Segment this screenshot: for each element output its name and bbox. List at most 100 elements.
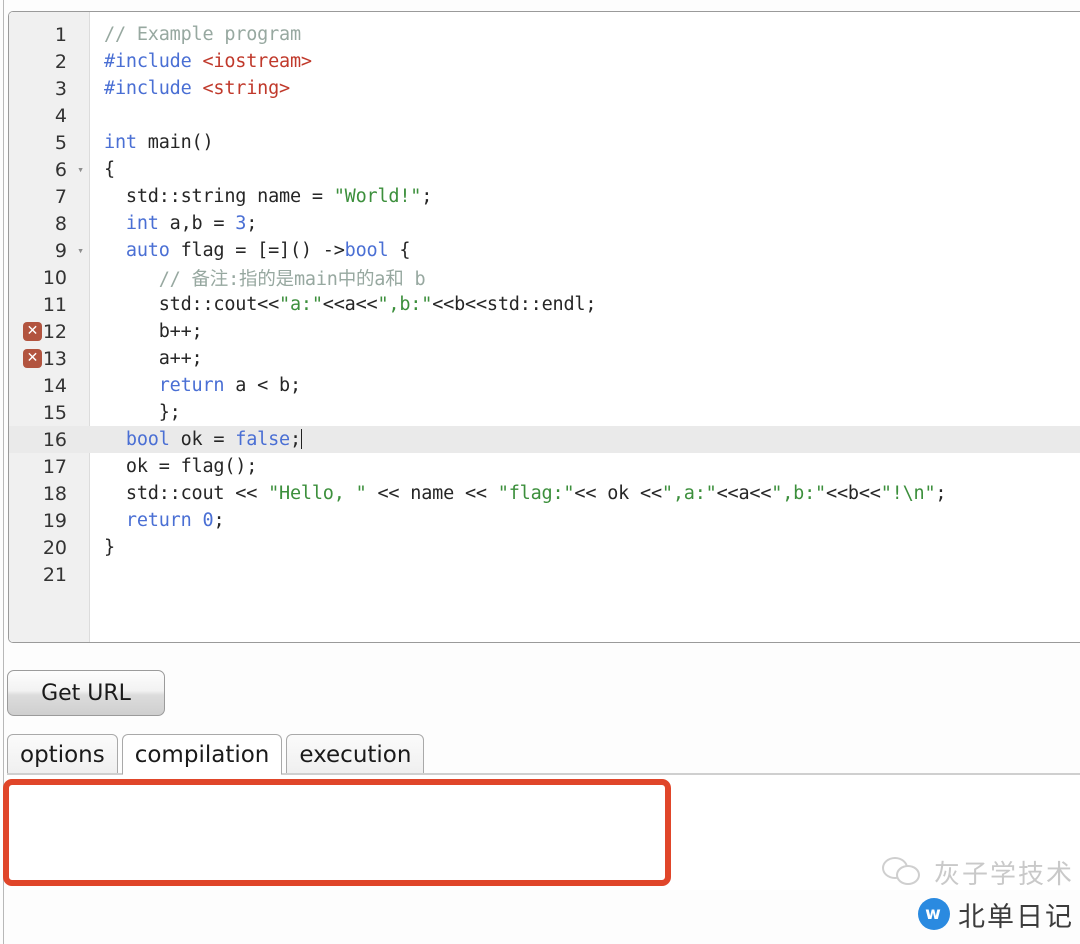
- code-text: #include <iostream>: [90, 51, 312, 72]
- code-text: ok = flag();: [90, 456, 257, 477]
- line-number: 14: [42, 374, 67, 397]
- code-line[interactable]: 15 };: [9, 399, 1080, 426]
- code-line[interactable]: 14 return a < b;: [9, 372, 1080, 399]
- code-text: // Example program: [90, 24, 301, 45]
- code-line[interactable]: 21: [9, 561, 1080, 588]
- code-token: << name <<: [366, 483, 498, 504]
- line-number: 7: [54, 185, 67, 208]
- watermark-account-name: 灰子学技术: [933, 859, 1074, 890]
- tab-compilation[interactable]: compilation: [121, 734, 283, 775]
- fold-toggle-icon[interactable]: ▾: [71, 156, 90, 183]
- code-line[interactable]: 18 std::cout << "Hello, " << name << "fl…: [9, 480, 1080, 507]
- code-line[interactable]: 5 int main(): [9, 129, 1080, 156]
- code-line[interactable]: 2 #include <iostream>: [9, 48, 1080, 75]
- code-line[interactable]: 8 int a,b = 3;: [9, 210, 1080, 237]
- code-text: {: [90, 159, 115, 180]
- code-line[interactable]: 10 // 备注:指的是main中的a和 b: [9, 264, 1080, 291]
- code-line[interactable]: 11 std::cout<<"a:"<<a<<",b:"<<b<<std::en…: [9, 291, 1080, 318]
- code-token: <iostream>: [202, 51, 312, 72]
- code-token: "World!": [333, 186, 422, 207]
- watermark-secondary-name: 北单日记: [958, 901, 1074, 933]
- fold-toggle-icon[interactable]: ▾: [71, 237, 90, 264]
- code-token: int: [104, 132, 137, 153]
- line-number: 20: [42, 536, 67, 559]
- code-token: "!\n": [880, 483, 936, 504]
- code-token: std::cout <<: [104, 483, 269, 504]
- code-text: return a < b;: [90, 375, 301, 396]
- code-line[interactable]: 4: [9, 102, 1080, 129]
- code-text: std::cout<<"a:"<<a<<",b:"<<b<<std::endl;: [90, 294, 597, 315]
- line-number: 16: [42, 428, 67, 451]
- code-token: ",a:": [661, 483, 717, 504]
- code-line[interactable]: 3 #include <string>: [9, 75, 1080, 102]
- tab-options[interactable]: options: [7, 734, 118, 775]
- tab-execution[interactable]: execution: [286, 734, 425, 775]
- line-number: 21: [42, 563, 67, 586]
- code-token: };: [104, 402, 181, 423]
- watermark: 灰子学技术 w 北单日记: [828, 850, 1074, 936]
- code-token: false: [235, 429, 290, 450]
- code-text: b++;: [90, 321, 203, 342]
- code-token: <<b<<: [826, 483, 881, 504]
- line-number: 4: [54, 104, 67, 127]
- output-tabs[interactable]: options compilation execution: [7, 733, 1080, 775]
- error-marker-icon[interactable]: ✕: [23, 322, 42, 341]
- text-cursor: [300, 429, 302, 449]
- code-token: {: [104, 159, 115, 180]
- code-token: "a:": [279, 294, 323, 315]
- code-token: ;: [290, 429, 301, 450]
- code-token: ;: [935, 483, 947, 504]
- code-token: // 备注:指的是main中的a和 b: [104, 268, 426, 290]
- code-token: "flag:": [497, 483, 575, 504]
- code-line[interactable]: ✕ 12 b++;: [9, 318, 1080, 345]
- code-line[interactable]: 20}: [9, 534, 1080, 561]
- code-token: {: [388, 240, 411, 261]
- code-token: 0: [202, 510, 214, 531]
- code-token: return: [125, 510, 192, 531]
- code-token: b++;: [104, 321, 203, 342]
- code-token: a < b;: [224, 375, 301, 396]
- code-token: "Hello, ": [268, 483, 367, 504]
- code-text: a++;: [90, 348, 203, 369]
- code-line[interactable]: 17 ok = flag();: [9, 453, 1080, 480]
- code-token: bool: [125, 429, 170, 450]
- code-token: a++;: [104, 348, 203, 369]
- code-text: #include <string>: [90, 78, 290, 99]
- watermark-row-primary: 灰子学技术: [828, 850, 1074, 894]
- code-line[interactable]: ✕ 13 a++;: [9, 345, 1080, 372]
- code-line[interactable]: 19 return 0;: [9, 507, 1080, 534]
- code-token: ;: [421, 186, 433, 207]
- code-line[interactable]: 1 // Example program: [9, 21, 1080, 48]
- line-number: 15: [42, 401, 67, 424]
- wechat-badge-icon: w: [918, 898, 950, 930]
- code-line[interactable]: 16 bool ok = false;: [9, 426, 1080, 453]
- code-editor[interactable]: 1 // Example program 2 #include <iostream> 3…: [8, 11, 1080, 643]
- code-text: std::cout << "Hello, " << name << "flag:…: [90, 483, 947, 504]
- code-line[interactable]: 9 ▾ auto flag = [=]() ->bool {: [9, 237, 1080, 264]
- code-token: ",b:": [771, 483, 826, 504]
- code-token: std::string name =: [104, 186, 334, 207]
- line-number: 19: [42, 509, 67, 532]
- code-text: };: [90, 402, 181, 423]
- code-area[interactable]: 1 // Example program 2 #include <iostream> 3…: [9, 12, 1080, 642]
- code-token: <<a<<: [716, 483, 772, 504]
- code-line[interactable]: 7 std::string name = "World!";: [9, 183, 1080, 210]
- code-text: // 备注:指的是main中的a和 b: [90, 265, 426, 291]
- code-token: a,b =: [158, 213, 236, 234]
- code-lines: 1 // Example program 2 #include <iostream> 3…: [9, 21, 1080, 588]
- line-number: 3: [54, 77, 67, 100]
- line-number: 5: [54, 131, 67, 154]
- code-token: auto: [125, 240, 170, 261]
- code-token: <string>: [202, 78, 290, 99]
- error-marker-icon[interactable]: ✕: [23, 349, 42, 368]
- code-token: return: [158, 375, 225, 396]
- code-line[interactable]: 6 ▾ {: [9, 156, 1080, 183]
- code-token: ;: [246, 213, 258, 234]
- code-token: ;: [213, 510, 225, 531]
- get-url-button[interactable]: Get URL: [7, 670, 165, 716]
- code-token: 3: [235, 213, 247, 234]
